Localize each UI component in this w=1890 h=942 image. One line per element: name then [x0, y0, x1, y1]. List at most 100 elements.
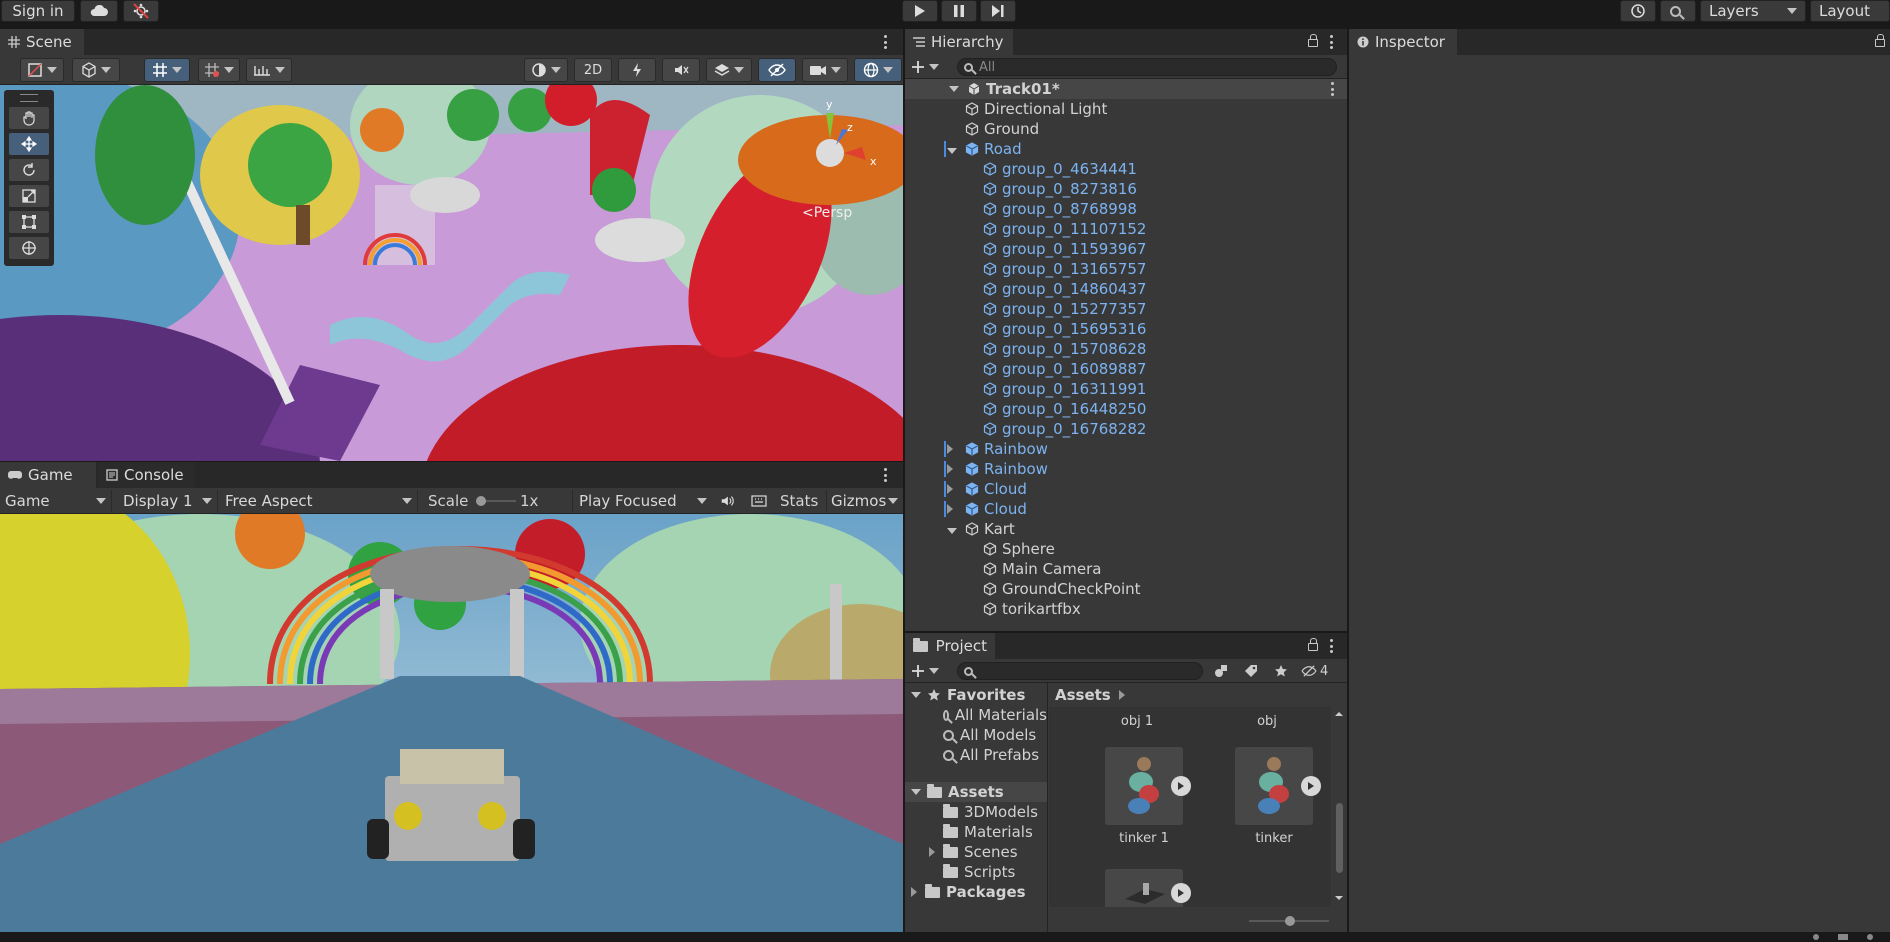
hierarchy-item[interactable]: group_0_8273816 — [905, 179, 1347, 199]
effects-button[interactable] — [706, 58, 752, 82]
tab-game[interactable]: Game — [0, 462, 96, 488]
layout-dropdown[interactable]: Layout — [1810, 0, 1890, 22]
shortcuts-button[interactable] — [748, 491, 770, 511]
tab-hierarchy[interactable]: Hierarchy — [905, 29, 1013, 55]
play-mode-dropdown[interactable]: Play Focused — [572, 490, 712, 512]
hierarchy-item[interactable]: group_0_16448250 — [905, 399, 1347, 419]
hierarchy-item[interactable]: Kart — [905, 519, 1347, 539]
favorites-item[interactable]: All Models — [905, 725, 1047, 745]
hierarchy-more-icon[interactable] — [1330, 35, 1334, 49]
palette-grip[interactable] — [20, 94, 38, 102]
breadcrumb-assets[interactable]: Assets — [1055, 686, 1111, 704]
persp-label[interactable]: <Persp — [802, 205, 852, 221]
play-preview-icon[interactable] — [1171, 776, 1191, 796]
scene-more-icon[interactable] — [1331, 82, 1335, 96]
hidden-packages-button[interactable]: 4 — [1301, 662, 1343, 680]
gizmos-dropdown[interactable]: Gizmos — [826, 490, 903, 512]
stats-button[interactable]: Stats — [780, 492, 818, 510]
project-search-input[interactable] — [957, 662, 1203, 680]
game-viewport[interactable] — [0, 514, 903, 932]
scene-root-row[interactable]: Track01* — [905, 79, 1347, 99]
hierarchy-item[interactable]: group_0_13165757 — [905, 259, 1347, 279]
create-button[interactable] — [911, 57, 945, 77]
audio-button[interactable] — [662, 58, 700, 82]
hierarchy-item[interactable]: Main Camera — [905, 559, 1347, 579]
mode-2d-button[interactable]: 2D — [574, 58, 612, 82]
hierarchy-item[interactable]: group_0_4634441 — [905, 159, 1347, 179]
increment-snap-button[interactable] — [198, 58, 240, 82]
asset-folder-item[interactable]: Materials — [905, 822, 1047, 842]
chevron-right-icon[interactable] — [947, 480, 965, 498]
hierarchy-item[interactable]: group_0_14860437 — [905, 279, 1347, 299]
hierarchy-item[interactable]: Directional Light — [905, 99, 1347, 119]
chevron-right-icon[interactable] — [947, 460, 965, 478]
tab-scene[interactable]: Scene — [0, 29, 84, 55]
tab-console[interactable]: Console — [98, 462, 194, 488]
assets-root-row[interactable]: Assets — [905, 782, 1047, 802]
hierarchy-search-input[interactable]: All — [957, 58, 1337, 76]
search-by-type-button[interactable] — [1211, 662, 1231, 680]
hierarchy-item[interactable]: group_0_16768282 — [905, 419, 1347, 439]
chevron-right-icon[interactable] — [947, 440, 965, 458]
scale-slider[interactable] — [476, 496, 516, 506]
chevron-down-icon[interactable] — [911, 692, 921, 698]
favorites-item[interactable]: All Materials — [905, 705, 1047, 725]
hierarchy-item[interactable]: group_0_15708628 — [905, 339, 1347, 359]
history-button[interactable] — [1620, 0, 1656, 22]
favorites-item[interactable]: All Prefabs — [905, 745, 1047, 765]
scene-more-icon[interactable] — [884, 35, 888, 49]
move-tool-button[interactable] — [8, 132, 50, 156]
chevron-right-icon[interactable] — [947, 500, 965, 518]
display-dropdown[interactable]: Display 1 — [118, 490, 218, 512]
play-button[interactable] — [902, 0, 938, 22]
lock-icon[interactable] — [1308, 34, 1318, 47]
asset-folder-item[interactable]: 3DModels — [905, 802, 1047, 822]
icon-size-slider[interactable] — [1249, 916, 1329, 926]
scene-viewport[interactable]: y z x <Persp — [0, 85, 903, 461]
ruler-button[interactable] — [246, 58, 292, 82]
scrollbar-thumb[interactable] — [1336, 803, 1343, 873]
hierarchy-item[interactable]: torikartfbx — [905, 599, 1347, 619]
favorites-row[interactable]: Favorites — [905, 685, 1047, 705]
hierarchy-item[interactable]: group_0_8768998 — [905, 199, 1347, 219]
hierarchy-item[interactable]: Rainbow — [905, 439, 1347, 459]
lock-icon[interactable] — [1308, 638, 1318, 651]
game-more-icon[interactable] — [884, 468, 888, 482]
scale-slider-thumb[interactable] — [476, 496, 486, 506]
chevron-right-icon[interactable] — [911, 887, 917, 897]
search-button[interactable] — [1660, 0, 1696, 22]
grid-snap-button[interactable] — [144, 58, 190, 82]
sign-in-button[interactable]: Sign in — [1, 0, 75, 22]
shading-mode-button[interactable] — [524, 58, 568, 82]
hierarchy-item[interactable]: group_0_16311991 — [905, 379, 1347, 399]
aspect-dropdown[interactable]: Free Aspect — [220, 490, 418, 512]
chevron-down-icon[interactable] — [947, 140, 965, 158]
draw-mode-button[interactable] — [20, 58, 64, 82]
chevron-right-icon[interactable] — [929, 847, 935, 857]
transform-tool-button[interactable] — [8, 236, 50, 260]
hierarchy-item[interactable]: group_0_16089887 — [905, 359, 1347, 379]
play-preview-icon[interactable] — [1171, 883, 1191, 903]
tab-inspector[interactable]: Inspector — [1349, 29, 1457, 55]
chevron-down-icon[interactable] — [949, 86, 959, 92]
scale-tool-button[interactable] — [8, 184, 50, 208]
layers-dropdown[interactable]: Layers — [1700, 0, 1806, 22]
rect-tool-button[interactable] — [8, 210, 50, 234]
chevron-up-icon[interactable] — [1333, 709, 1345, 719]
hierarchy-item[interactable]: Sphere — [905, 539, 1347, 559]
asset-scrollbar[interactable] — [1333, 707, 1345, 907]
favorites-button[interactable] — [1271, 662, 1291, 680]
hierarchy-item[interactable]: group_0_11107152 — [905, 219, 1347, 239]
project-create-button[interactable] — [911, 661, 945, 681]
packages-row[interactable]: Packages — [905, 882, 1047, 902]
hierarchy-item[interactable]: group_0_15695316 — [905, 319, 1347, 339]
search-by-label-button[interactable] — [1241, 662, 1261, 680]
hierarchy-item[interactable]: group_0_11593967 — [905, 239, 1347, 259]
chevron-down-icon[interactable] — [1333, 893, 1345, 903]
play-preview-icon[interactable] — [1301, 776, 1321, 796]
hierarchy-item[interactable]: Road — [905, 139, 1347, 159]
icon-size-thumb[interactable] — [1285, 916, 1295, 926]
collab-button[interactable] — [123, 0, 159, 22]
hand-tool-button[interactable] — [8, 106, 50, 130]
chevron-down-icon[interactable] — [947, 520, 965, 538]
